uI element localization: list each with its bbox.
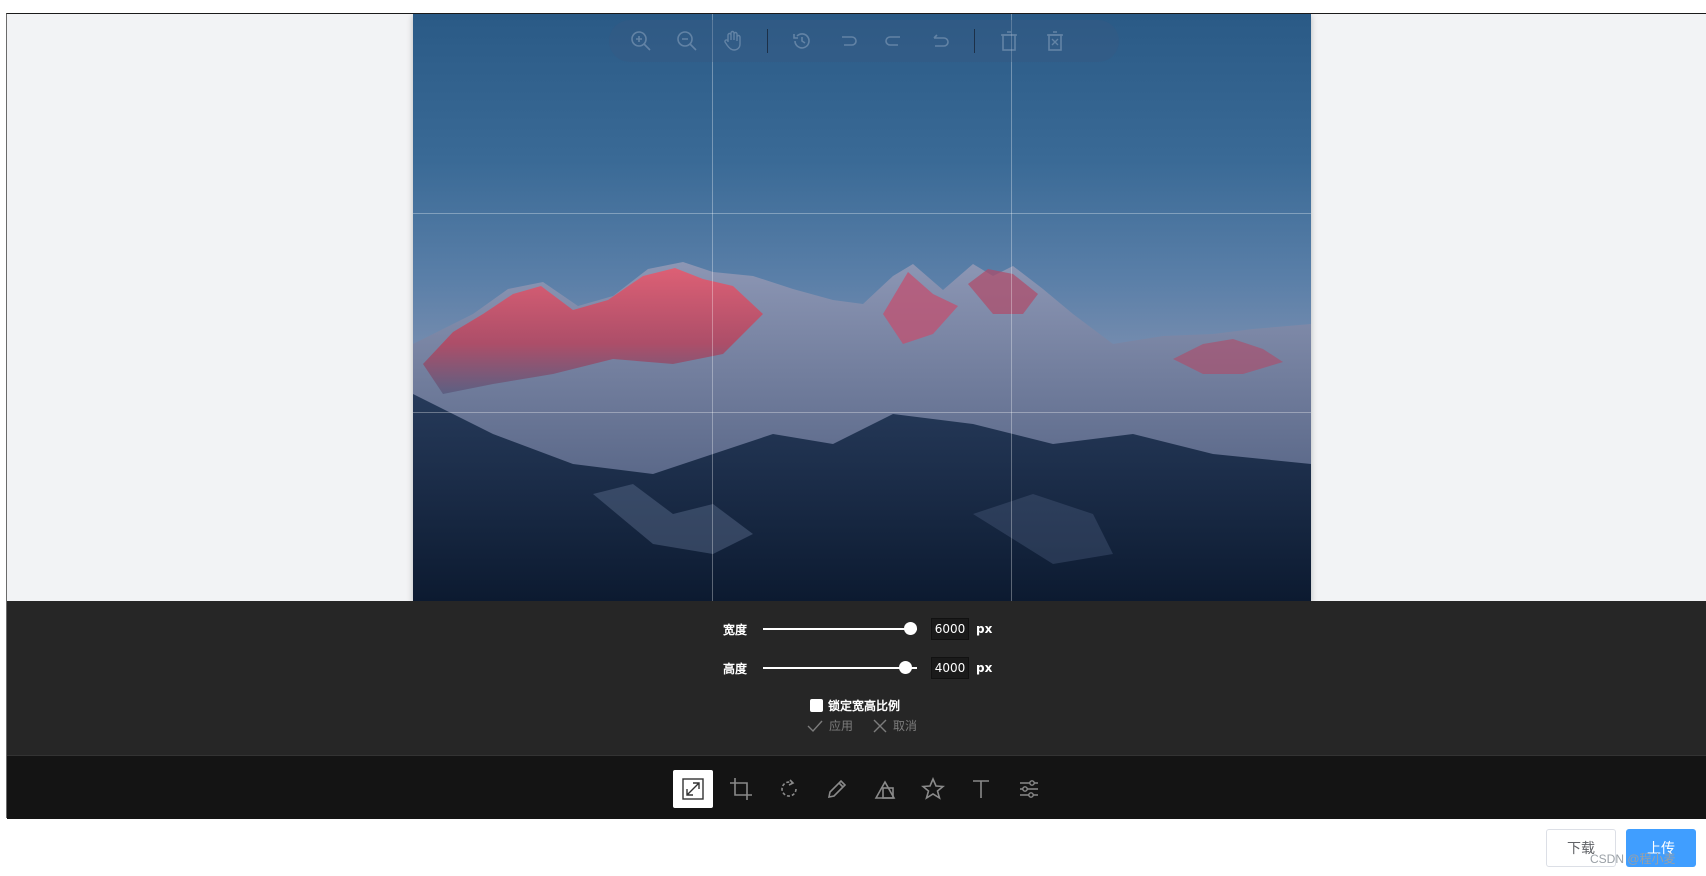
- resize-panel: 宽度 6000 px 高度 4000 px 锁定宽高比例 应用 取消: [7, 601, 1706, 755]
- cancel-button[interactable]: 取消: [873, 717, 917, 734]
- editor-frame: 宽度 6000 px 高度 4000 px 锁定宽高比例 应用 取消: [6, 13, 1706, 819]
- height-row: 高度 4000 px: [723, 657, 992, 679]
- history-icon[interactable]: [786, 25, 818, 57]
- toolbar-separator: [767, 29, 768, 53]
- height-value-input[interactable]: 4000: [931, 657, 969, 679]
- width-unit: px: [976, 622, 993, 636]
- top-toolbar: [609, 20, 1119, 62]
- grid-line-h2: [413, 412, 1311, 413]
- height-slider[interactable]: [763, 661, 917, 674]
- lock-ratio-checkbox[interactable]: [810, 699, 823, 712]
- height-unit: px: [976, 661, 993, 675]
- image-editor-app: 宽度 6000 px 高度 4000 px 锁定宽高比例 应用 取消 下载 上传…: [0, 0, 1706, 876]
- shape-icon: [874, 780, 896, 799]
- grid-line-v2: [1011, 14, 1012, 601]
- toolbar-separator: [974, 29, 975, 53]
- grid-line-h1: [413, 213, 1311, 214]
- crop-icon: [730, 778, 752, 800]
- filter-tool[interactable]: [1009, 770, 1049, 808]
- width-label: 宽度: [723, 622, 748, 637]
- height-slider-thumb[interactable]: [899, 661, 912, 674]
- check-icon: [807, 720, 823, 732]
- rotate-icon: [781, 779, 797, 797]
- width-slider[interactable]: [763, 622, 917, 635]
- width-slider-thumb[interactable]: [904, 622, 917, 635]
- crop-tool[interactable]: [721, 770, 761, 808]
- zoom-out-icon[interactable]: [671, 25, 703, 57]
- zoom-in-icon[interactable]: [625, 25, 657, 57]
- width-value-input[interactable]: 6000: [931, 618, 969, 640]
- redo-icon[interactable]: [878, 25, 910, 57]
- delete-all-icon[interactable]: [1039, 25, 1071, 57]
- apply-button[interactable]: 应用: [807, 717, 853, 734]
- undo-icon[interactable]: [832, 25, 864, 57]
- resize-icon: [682, 778, 704, 800]
- tool-menu-bar: [7, 755, 1706, 819]
- hand-icon[interactable]: [717, 25, 749, 57]
- text-tool[interactable]: [961, 770, 1001, 808]
- star-icon: [921, 777, 945, 800]
- resize-tool[interactable]: [673, 770, 713, 808]
- shape-tool[interactable]: [865, 770, 905, 808]
- canvas-area: [7, 14, 1706, 601]
- lock-ratio-label[interactable]: 锁定宽高比例: [828, 697, 900, 714]
- grid-line-v1: [712, 14, 713, 601]
- draw-tool[interactable]: [817, 770, 857, 808]
- filter-icon: [1020, 780, 1038, 798]
- delete-icon[interactable]: [993, 25, 1025, 57]
- draw-icon: [827, 779, 847, 799]
- editing-image[interactable]: [413, 14, 1311, 601]
- apply-label: 应用: [829, 719, 854, 733]
- icon-tool[interactable]: [913, 770, 953, 808]
- reset-icon[interactable]: [924, 25, 956, 57]
- lock-ratio-row: 锁定宽高比例: [810, 697, 900, 714]
- tool-list: [673, 770, 1049, 808]
- width-row: 宽度 6000 px: [723, 618, 992, 640]
- height-label: 高度: [723, 661, 748, 676]
- cancel-label: 取消: [893, 719, 918, 733]
- text-icon: [973, 780, 989, 798]
- close-icon: [873, 719, 887, 732]
- watermark-text: CSDN @程小麦: [1590, 852, 1676, 866]
- rotate-tool[interactable]: [769, 770, 809, 808]
- resize-actions: 应用 取消: [807, 717, 917, 734]
